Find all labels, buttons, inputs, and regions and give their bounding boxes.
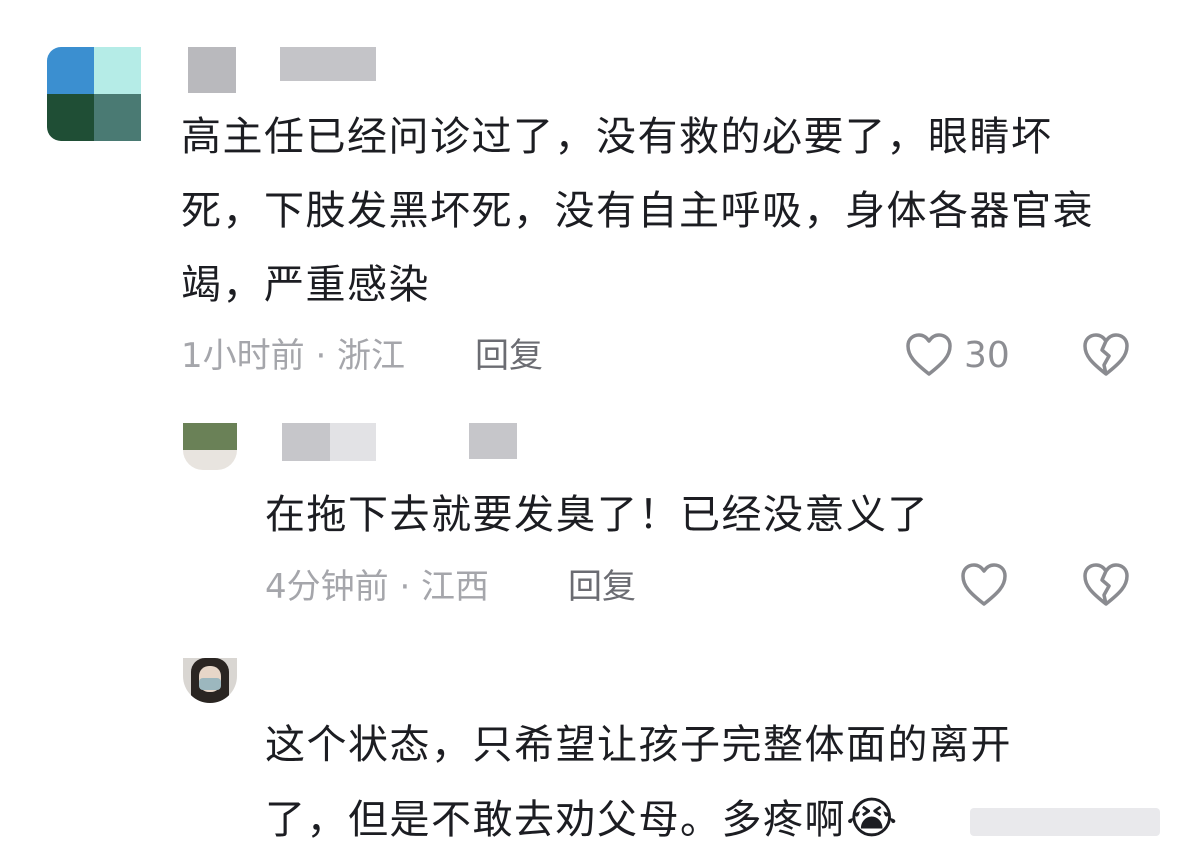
comment-meta: 1小时前 · 浙江 [181,336,406,376]
avatar[interactable] [183,423,237,470]
comment-text: 高主任已经问诊过了，没有救的必要了，眼睛坏死，下肢发黑坏死，没有自主呼吸，身体各… [181,114,1094,308]
comment-text-body: 这个状态，只希望让孩子完整体面的离开了，但是不敢去劝父母。多疼啊 [265,722,1012,843]
heart-icon[interactable] [960,562,1008,608]
username-redacted[interactable] [280,47,376,81]
redacted-overlay [970,808,1160,836]
heart-icon[interactable] [905,332,953,378]
avatar[interactable] [183,658,237,703]
username-redacted[interactable] [282,423,330,461]
reply-button[interactable]: 回复 [475,336,543,376]
username-redacted[interactable] [469,423,517,459]
like-count: 30 [964,335,1010,376]
avatar[interactable] [47,47,141,141]
username-redacted[interactable] [330,423,376,461]
broken-heart-icon[interactable] [1082,332,1130,378]
reply-button[interactable]: 回复 [568,567,636,607]
comment-meta: 4分钟前 · 江西 [265,567,490,607]
username-redacted[interactable] [188,47,236,93]
crying-emoji: 😭 [846,793,899,844]
comment-text: 这个状态，只希望让孩子完整体面的离开了，但是不敢去劝父母。多疼啊😭 [265,708,1085,857]
comment-text: 在拖下去就要发臭了！已经没意义了 [265,492,929,538]
broken-heart-icon[interactable] [1082,562,1130,608]
